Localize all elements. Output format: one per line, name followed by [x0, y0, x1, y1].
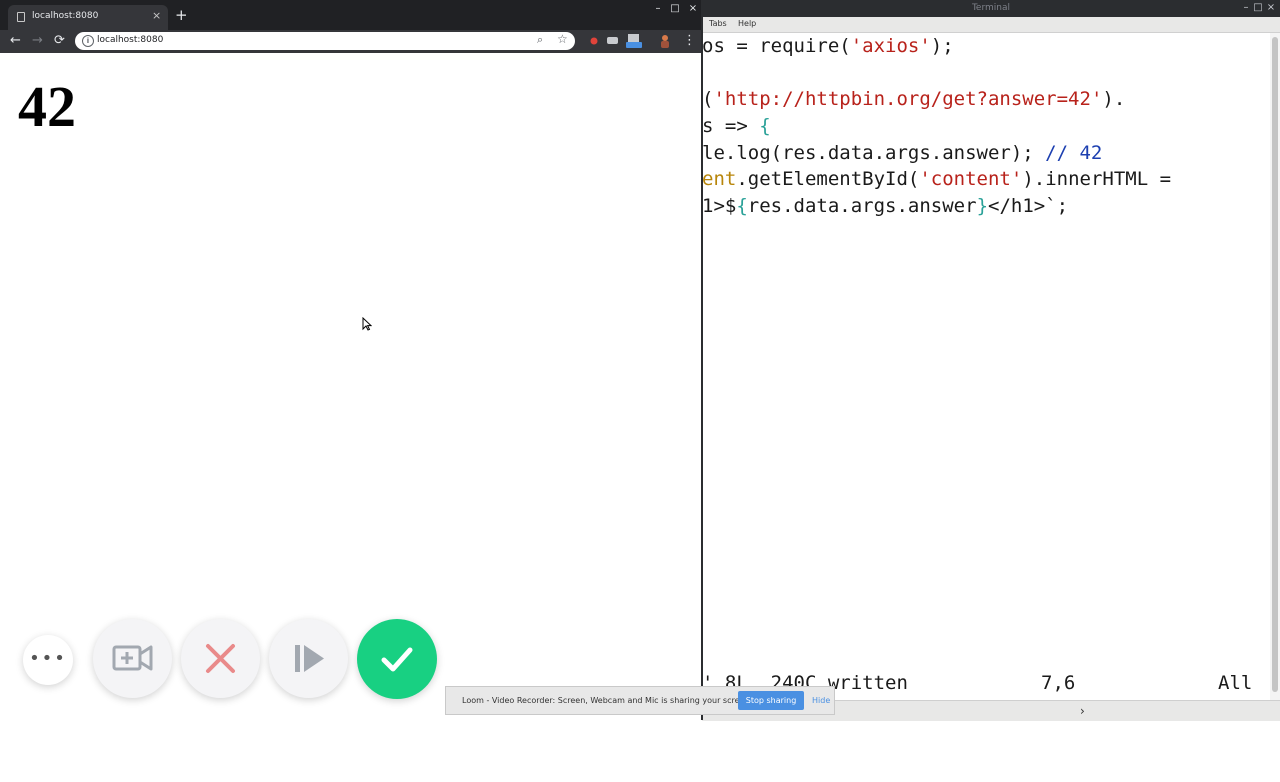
add-camera-icon	[112, 645, 153, 671]
minimize-icon[interactable]: –	[651, 2, 665, 16]
tab-close-icon[interactable]: ×	[152, 9, 161, 22]
menu-item-tabs[interactable]: Tabs	[709, 19, 727, 28]
maximize-icon[interactable]: □	[668, 2, 682, 16]
terminal-scrollbar[interactable]	[1270, 33, 1280, 700]
loom-camera-button[interactable]	[93, 619, 172, 698]
terminal-titlebar: Terminal – □ ×	[702, 0, 1280, 17]
code-line-6: ent.getElementById('content').innerHTML …	[702, 168, 1172, 190]
terminal-menubar: Tabs Help	[702, 17, 1280, 33]
close-x-icon	[206, 644, 235, 673]
terminal-window: Terminal – □ × Tabs Help os = require('a…	[702, 0, 1280, 721]
minimize-icon[interactable]: –	[1240, 2, 1252, 14]
tab-strip: localhost:8080 × + – □ ×	[0, 0, 701, 30]
stop-sharing-button[interactable]: Stop sharing	[738, 691, 804, 710]
code-line-3: ('http://httpbin.org/get?answer=42').	[702, 88, 1126, 110]
loom-resume-button[interactable]	[269, 619, 348, 698]
loom-more-button[interactable]: •••	[23, 635, 73, 685]
mouse-cursor-icon	[362, 317, 372, 331]
answer-heading: 42	[18, 74, 76, 139]
bookmark-star-icon[interactable]: ☆	[557, 32, 568, 46]
hide-link[interactable]: Hide	[812, 696, 830, 705]
code-line-4: s => {	[702, 115, 771, 137]
address-bar[interactable]: i localhost:8080 ⌕ ☆	[75, 32, 575, 50]
forward-icon[interactable]: →	[32, 33, 43, 49]
loom-finish-button[interactable]	[357, 619, 437, 699]
loom-cancel-button[interactable]	[181, 619, 260, 698]
more-dots-icon: •••	[29, 648, 67, 669]
reload-icon[interactable]: ⟳	[54, 33, 65, 49]
code-line-1: os = require('axios');	[702, 35, 954, 57]
avatar-extension-icon[interactable]	[660, 34, 670, 48]
code-line-7: 1>${res.data.args.answer}</h1>`;	[702, 195, 1069, 217]
menu-item-help[interactable]: Help	[738, 19, 756, 28]
sharing-message: Loom - Video Recorder: Screen, Webcam an…	[462, 696, 753, 705]
url-text: localhost:8080	[97, 35, 164, 45]
terminal-title: Terminal	[971, 3, 1011, 13]
zoom-icon[interactable]: ⌕	[537, 33, 543, 47]
record-extension-icon[interactable]	[589, 36, 599, 46]
close-icon[interactable]: ×	[1265, 2, 1277, 14]
chat-extension-icon[interactable]	[606, 36, 619, 46]
info-icon[interactable]: i	[82, 35, 94, 47]
code-line-5: le.log(res.data.args.answer); // 42	[702, 142, 1103, 164]
cursor-position: 7,6	[1041, 672, 1076, 694]
tab-title: localhost:8080	[32, 11, 99, 21]
browser-toolbar: ← → ⟳ i localhost:8080 ⌕ ☆ ⋮	[0, 30, 701, 53]
browser-tab[interactable]: localhost:8080 ×	[8, 5, 168, 30]
terminal-text-area[interactable]: os = require('axios'); ('http://httpbin.…	[702, 33, 1270, 700]
page-icon	[17, 12, 25, 22]
update-extension-icon[interactable]	[626, 34, 642, 48]
scrollbar-thumb[interactable]	[1272, 37, 1278, 692]
new-tab-button[interactable]: +	[175, 6, 188, 24]
close-icon[interactable]: ×	[686, 2, 700, 16]
chevron-right-icon: ›	[1080, 704, 1085, 718]
back-icon[interactable]: ←	[10, 33, 21, 49]
play-resume-icon	[295, 645, 324, 672]
scroll-indicator: All	[1218, 672, 1253, 694]
screen-share-bar: Loom - Video Recorder: Screen, Webcam an…	[445, 686, 835, 715]
menu-kebab-icon[interactable]: ⋮	[683, 33, 696, 49]
maximize-icon[interactable]: □	[1252, 2, 1264, 14]
browser-window: localhost:8080 × + – □ × ← → ⟳ i localho…	[0, 0, 703, 720]
checkmark-icon	[381, 647, 413, 672]
